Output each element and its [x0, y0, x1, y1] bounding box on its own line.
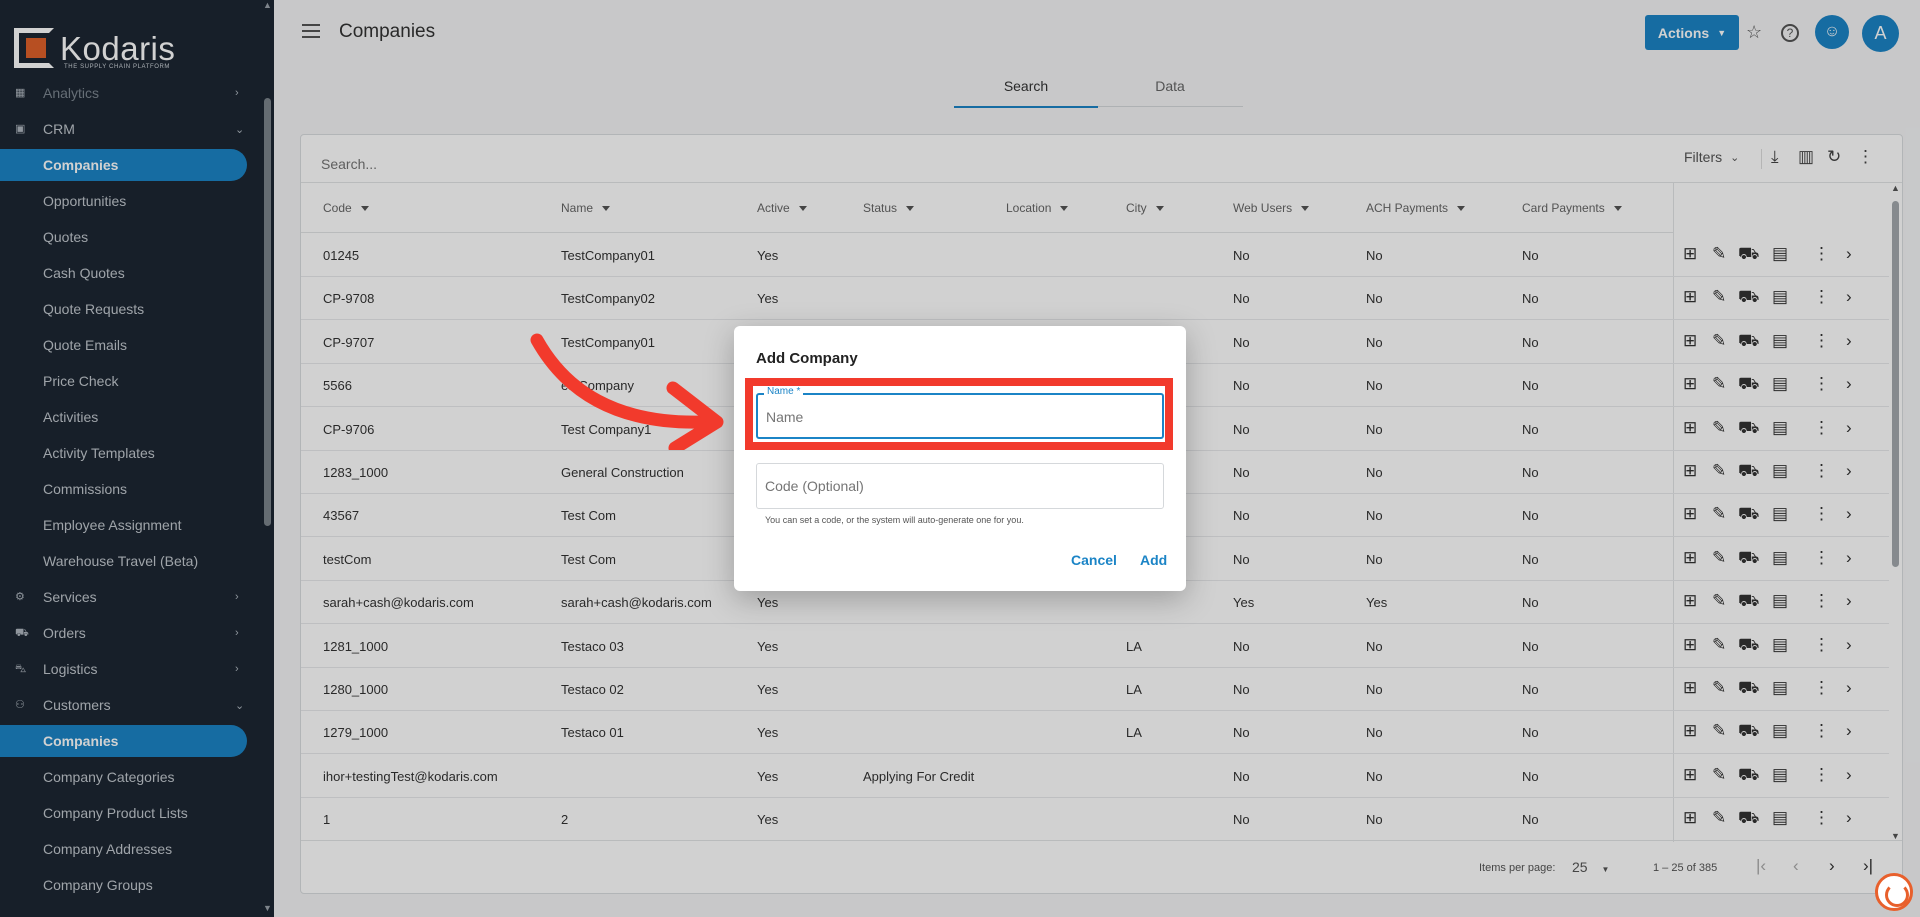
add-button[interactable]: Add	[1140, 552, 1167, 568]
cancel-button[interactable]: Cancel	[1071, 552, 1117, 568]
dialog-title: Add Company	[756, 350, 858, 367]
code-input[interactable]	[765, 478, 1145, 494]
code-field[interactable]	[756, 463, 1164, 509]
pointer-arrow-icon	[530, 333, 724, 450]
add-company-dialog: Add Company Name * You can set a code, o…	[734, 326, 1186, 591]
code-hint: You can set a code, or the system will a…	[765, 515, 1024, 525]
chat-support-icon[interactable]	[1875, 873, 1913, 911]
highlight-box	[745, 378, 1173, 450]
